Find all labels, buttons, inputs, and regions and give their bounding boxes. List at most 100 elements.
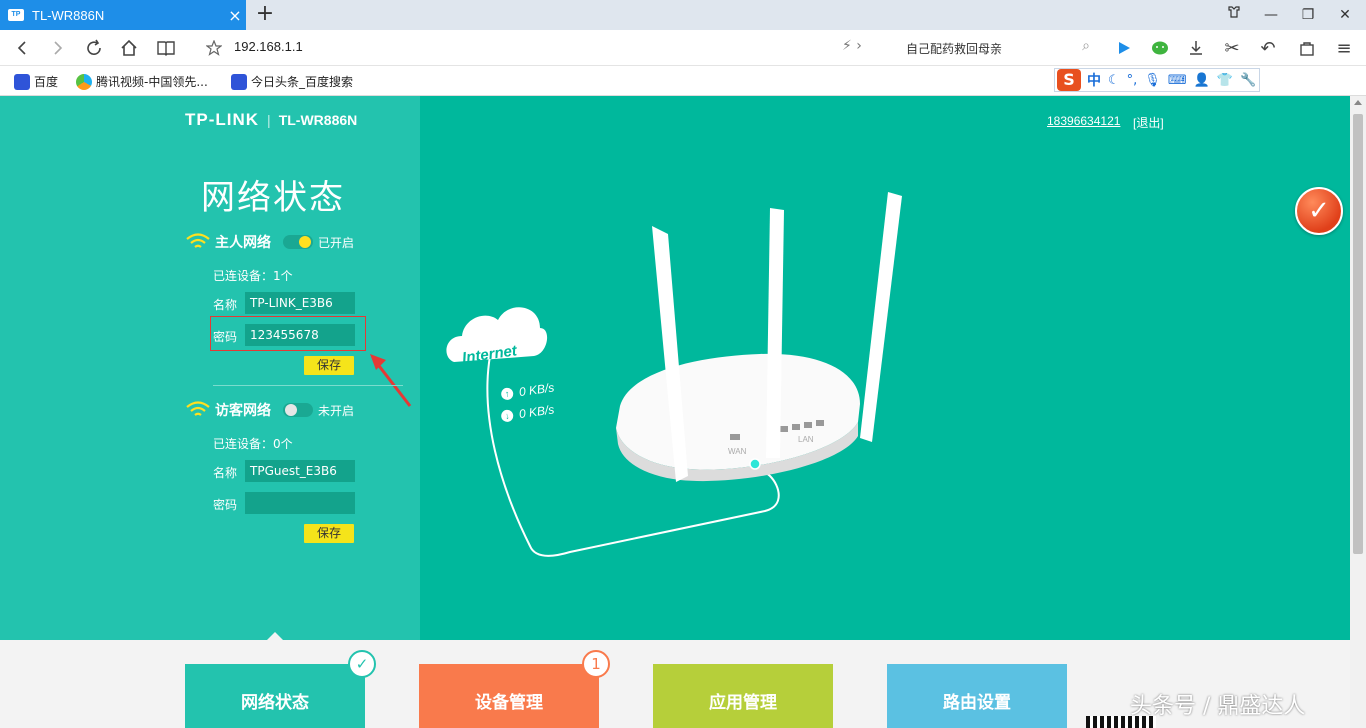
home-icon[interactable] [113,30,145,66]
password-highlight-box [210,316,366,351]
user-icon[interactable]: 👤 [1194,73,1210,88]
screenshot-scissors-icon[interactable]: ✂ [1216,30,1248,66]
qr-code-fragment [1086,716,1156,728]
nav-tile-router-settings[interactable]: 路由设置 [887,664,1067,728]
restore-button[interactable]: ❐ [1290,0,1326,30]
check-badge-icon: ✓ [348,650,376,678]
guest-network-name-input[interactable]: TPGuest_E3B6 [245,460,355,482]
bookmark-tencent-video[interactable]: 腾讯视频-中国领先... [76,73,208,90]
sogou-ime-toolbar[interactable]: S 中 ☾ °, 🎙 ⌨ 👤 👕 🔧 [1054,68,1260,92]
bookmark-label: 腾讯视频-中国领先... [96,75,208,89]
minimize-button[interactable]: — [1253,0,1289,30]
notification-count-badge: 1 [582,650,610,678]
menu-icon[interactable]: ≡ [1328,30,1360,66]
lan-port-label: LAN [798,435,814,444]
video-play-icon[interactable] [1108,30,1140,66]
keyboard-icon[interactable]: ⌨ [1168,73,1187,88]
brand-separator: | [267,112,271,128]
search-icon[interactable]: ⌕ [1082,38,1090,54]
router-lan-port [780,426,788,432]
main-network-name-label: 名称 [213,298,238,312]
bookmark-toutiao-search[interactable]: 今日头条_百度搜索 [231,73,353,90]
nav-tile-label: 应用管理 [709,693,777,713]
nav-tile-label: 设备管理 [475,693,543,713]
guest-network-password-input[interactable] [245,492,355,514]
active-section-indicator [266,632,284,641]
search-input[interactable]: 自己配药救回母亲 ⌕ [898,36,1094,60]
router-wan-port [730,434,740,440]
tab-title: TL-WR886N [32,7,105,23]
download-arrow-icon: ↓ [500,409,514,423]
browser-tab[interactable]: TP TL-WR886N × [0,0,246,30]
reload-icon[interactable] [78,30,110,66]
sogou-logo-icon: S [1057,69,1081,91]
floating-assistant-icon[interactable]: ✓ [1295,187,1343,235]
moon-icon[interactable]: ☾ [1108,73,1120,88]
connection-dot [749,458,761,470]
back-icon[interactable] [6,30,38,66]
scroll-up-icon[interactable] [1354,100,1362,105]
shirt-icon[interactable]: 👕 [1217,73,1233,88]
speed-mode-icon[interactable]: ⚡ › [842,38,862,54]
search-query: 自己配药救回母亲 [906,42,1003,56]
upload-arrow-icon: ↑ [500,387,514,401]
logout-link[interactable]: [退出] [1133,114,1164,131]
address-bar[interactable]: 192.168.1.1 [234,39,303,54]
page-scrollbar[interactable] [1350,96,1366,728]
watermark: 头条号 / 鼎盛达人 [1130,694,1306,719]
new-tab-button[interactable]: + [252,2,278,28]
router-lan-port [816,420,824,426]
forward-icon[interactable] [42,30,74,66]
guest-network-name-label: 名称 [213,466,238,480]
main-network-name-input[interactable]: TP-LINK_E3B6 [245,292,355,314]
bookmark-label: 今日头条_百度搜索 [251,75,354,89]
bookmark-baidu[interactable]: 百度 [14,73,58,90]
main-network-save-button[interactable]: 保存 [304,356,354,375]
toggle-knob [285,404,297,416]
main-network-status: 已开启 [318,235,355,250]
tencent-video-icon [76,73,92,90]
nav-tile-device-management[interactable]: 设备管理 [419,664,599,728]
router-lan-port [804,422,812,428]
red-arrow-annotation [370,354,412,407]
user-account-link[interactable]: 18396634121 [1047,114,1120,128]
toggle-knob [299,236,311,248]
reader-icon[interactable] [150,30,182,66]
network-diagram: WAN LAN [446,192,902,557]
guest-network-title: 访客网络 [215,403,271,419]
guest-network-header: 访客网络 未开启 [185,400,354,420]
wrench-icon[interactable]: 🔧 [1240,73,1256,88]
scrollbar-thumb[interactable] [1353,114,1363,554]
guest-network-status: 未开启 [318,403,355,418]
microphone-icon[interactable]: 🎙 [1144,73,1161,88]
wan-port-label: WAN [728,447,747,456]
tab-close-icon[interactable]: × [224,6,246,25]
ime-chinese-mode[interactable]: 中 [1087,70,1101,90]
router-antenna-right [860,192,902,442]
bag-icon[interactable] [1291,30,1323,66]
guest-network-device-count: 已连设备：0个 [213,437,293,451]
baidu-paw-icon [231,73,247,90]
undo-icon[interactable]: ↶ [1252,30,1284,66]
wechat-icon[interactable] [1144,30,1176,66]
tp-link-logo: TP-LINK [185,110,260,129]
main-network-title: 主人网络 [215,235,271,251]
tp-link-favicon-icon: TP [8,9,24,21]
guest-network-toggle[interactable] [283,403,313,417]
download-icon[interactable] [1180,30,1212,66]
wifi-icon [186,233,210,248]
brand-header: TP-LINK | TL-WR886N [185,110,357,130]
guest-network-save-button[interactable]: 保存 [304,524,354,543]
nav-tile-network-status[interactable]: 网络状态 [185,664,365,728]
main-network-toggle[interactable] [283,235,313,249]
main-network-header: 主人网络 已开启 [185,232,354,252]
nav-tile-label: 网络状态 [241,693,309,713]
section-divider [213,385,403,386]
window-close-button[interactable]: ✕ [1327,0,1363,30]
skin-icon[interactable] [1216,0,1252,30]
nav-tile-app-management[interactable]: 应用管理 [653,664,833,728]
punctuation-icon[interactable]: °, [1127,73,1138,88]
router-admin-page: TP-LINK | TL-WR886N 网络状态 主人网络 已开启 已连设备：1… [0,96,1350,728]
bookmark-star-icon[interactable] [198,30,230,66]
router-model: TL-WR886N [278,112,358,128]
